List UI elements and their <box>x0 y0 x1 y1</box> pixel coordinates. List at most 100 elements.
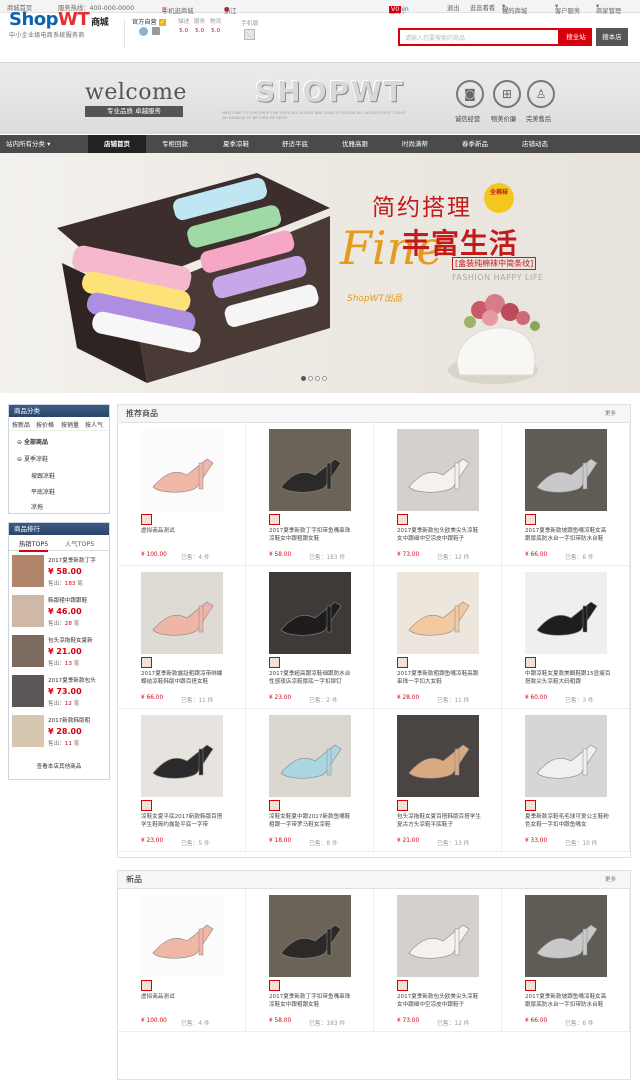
thumbnail[interactable] <box>141 980 152 991</box>
rank-image[interactable] <box>12 595 44 627</box>
product-card[interactable]: 包头凉拖鞋女夏百搭韩版百搭学生复古方头凉鞋平底鞋子 ¥ 21.00 已售：13 件 <box>374 709 502 852</box>
thumbnail[interactable] <box>269 980 280 991</box>
product-card[interactable]: 凉鞋女鞋夏中跟2017新款鱼嘴鞋粗跟一字带罗马鞋女凉鞋 ¥ 18.00 已售：8 件 <box>246 709 374 852</box>
thumbnail[interactable] <box>269 800 280 811</box>
thumbnail[interactable] <box>397 657 408 668</box>
product-image[interactable] <box>141 429 223 511</box>
product-image[interactable] <box>141 895 223 977</box>
product-card[interactable]: 2017夏季新款坡跟鱼嘴凉鞋女高跟厚底防水台一字扣带防水台鞋 ¥ 66.00 已售：… <box>502 889 630 1032</box>
product-image[interactable] <box>397 895 479 977</box>
product-image[interactable] <box>397 572 479 654</box>
thumbnail[interactable] <box>397 800 408 811</box>
product-card[interactable]: 2017夏季新款粗跟鱼嘴凉鞋高跟串珠一字扣大女鞋 ¥ 28.00 已售：11 件 <box>374 566 502 709</box>
rank-name[interactable]: 包头凉拖鞋女夏新 <box>48 636 106 644</box>
product-card[interactable]: 2017夏季新款包头欧美尖头凉鞋女中跟细中空凉皮中跟鞋子 ¥ 73.00 已售：12… <box>374 889 502 1032</box>
category-item[interactable]: 坡跟凉鞋 <box>31 471 55 480</box>
toplink-merchant[interactable]: 商家管理 ▾ <box>596 3 621 15</box>
rank-item[interactable]: 2017新款韩版粗 ¥ 28.00 售出：11 笔 <box>12 715 108 751</box>
thumbnail[interactable] <box>525 980 536 991</box>
rank-name[interactable]: 2017新款韩版粗 <box>48 716 106 724</box>
category-item[interactable]: 凉拖 <box>31 502 43 511</box>
nav-item[interactable]: 夏季凉鞋 <box>207 135 265 153</box>
product-name[interactable]: 凉鞋女夏平底2017新款韩版百搭学生鞋简约露趾平底一字带 <box>141 813 227 829</box>
store-icon[interactable] <box>152 27 160 35</box>
nav-item[interactable]: 时尚满帮 <box>386 135 444 153</box>
more-link[interactable]: 更多 <box>605 405 616 423</box>
product-card[interactable]: 虚拟商品测试 ¥ 100.00 已售：4 件 <box>118 423 246 566</box>
thumbnail[interactable] <box>525 800 536 811</box>
thumbnail[interactable] <box>141 657 152 668</box>
logout-link[interactable]: 退出 <box>447 3 460 12</box>
nav-item[interactable]: 优雅高跟 <box>326 135 384 153</box>
thumbnail[interactable] <box>269 657 280 668</box>
product-image[interactable] <box>397 715 479 797</box>
nav-item[interactable]: 专柜回款 <box>146 135 204 153</box>
category-tab[interactable]: 按价格 <box>36 420 54 429</box>
product-card[interactable]: 夏季新款凉鞋毛毛球可爱公主鞋粉色女鞋一字扣中跟鱼嘴女 ¥ 33.00 已售：10 件 <box>502 709 630 852</box>
slide-dot[interactable] <box>322 376 327 381</box>
rank-item[interactable]: 包头凉拖鞋女夏新 ¥ 21.00 售出：13 笔 <box>12 635 108 671</box>
product-image[interactable] <box>525 429 607 511</box>
product-card[interactable]: 2017夏季超高跟凉鞋细跟防水台性感夜店凉鞋厚底一字扣铆钉 ¥ 23.00 已售：2… <box>246 566 374 709</box>
category-item[interactable]: 平底凉鞋 <box>31 487 55 496</box>
view-more-link[interactable]: 查看本店其他商品 <box>9 762 109 770</box>
search-store-button[interactable]: 搜本店 <box>596 28 628 46</box>
thumbnail[interactable] <box>525 657 536 668</box>
rank-image[interactable] <box>12 555 44 587</box>
product-card[interactable]: 虚拟商品测试 ¥ 100.00 已售：4 件 <box>118 889 246 1032</box>
product-name[interactable]: 2017夏季新款包头欧美尖头凉鞋女中跟细中空凉皮中跟鞋子 <box>397 527 483 543</box>
product-card[interactable]: 2017夏季新款包头欧美尖头凉鞋女中跟细中空凉皮中跟鞋子 ¥ 73.00 已售：12… <box>374 423 502 566</box>
product-image[interactable] <box>525 572 607 654</box>
rank-item[interactable]: 2017夏季新款包头 ¥ 73.00 售出：12 笔 <box>12 675 108 711</box>
product-image[interactable] <box>269 572 351 654</box>
nav-store-home[interactable]: 店铺首页 <box>88 135 146 153</box>
store-title[interactable]: 官方自营 ✓ <box>132 17 166 26</box>
product-card[interactable]: 中跟凉鞋女夏款美観鞋跟15显瘦百搭款尖头凉鞋大码粗跟 ¥ 60.00 已售：3 件 <box>502 566 630 709</box>
site-logo[interactable]: ShopWT 商城 <box>9 9 109 30</box>
mobile-version[interactable]: 手机版 <box>241 18 258 40</box>
product-card[interactable]: 2017夏季新款丁字扣带鱼嘴串珠凉鞋女中跟粗跟女鞋 ¥ 58.00 已售：183 件 <box>246 423 374 566</box>
product-image[interactable] <box>269 895 351 977</box>
product-name[interactable]: 2017夏季新款坡跟鱼嘴凉鞋女高跟厚底防水台一字扣带防水台鞋 <box>525 993 611 1009</box>
product-card[interactable]: 2017夏季新款露趾粗跟凉带绑蝴蝶结凉鞋韩版中跟百搭女鞋 ¥ 66.00 已售：11… <box>118 566 246 709</box>
product-name[interactable]: 2017夏季新款坡跟鱼嘴凉鞋女高跟厚底防水台一字扣带防水台鞋 <box>525 527 611 543</box>
rank-name[interactable]: 2017夏季新款包头 <box>48 676 106 684</box>
product-image[interactable] <box>269 715 351 797</box>
product-card[interactable]: 凉鞋女夏平底2017新款韩版百搭学生鞋简约露趾平底一字带 ¥ 23.00 已售：5 … <box>118 709 246 852</box>
toplink-browse[interactable]: 逛逛看看 <box>470 3 495 12</box>
rank-tab-hot[interactable]: 热销TOP5 <box>19 539 49 552</box>
more-link[interactable]: 更多 <box>605 871 616 889</box>
thumbnail[interactable] <box>397 980 408 991</box>
category-item-all[interactable]: ⊖ 全部商品 <box>17 437 48 446</box>
product-name[interactable]: 凉鞋女鞋夏中跟2017新款鱼嘴鞋粗跟一字带罗马鞋女凉鞋 <box>269 813 355 829</box>
category-tab[interactable]: 按人气 <box>85 420 103 429</box>
product-name[interactable]: 中跟凉鞋女夏款美観鞋跟15显瘦百搭款尖头凉鞋大码粗跟 <box>525 670 611 686</box>
thumbnail[interactable] <box>141 514 152 525</box>
nav-item[interactable]: 春季新品 <box>446 135 504 153</box>
nav-item[interactable]: 舒适平底 <box>266 135 324 153</box>
product-image[interactable] <box>397 429 479 511</box>
product-name[interactable]: 2017夏季新款丁字扣带鱼嘴串珠凉鞋女中跟粗跟女鞋 <box>269 527 355 543</box>
product-name[interactable]: 虚拟商品测试 <box>141 993 227 1009</box>
product-name[interactable]: 2017夏季新款丁字扣带鱼嘴串珠凉鞋女中跟粗跟女鞋 <box>269 993 355 1009</box>
product-image[interactable] <box>141 572 223 654</box>
product-name[interactable]: 包头凉拖鞋女夏百搭韩版百搭学生复古方头凉鞋平底鞋子 <box>397 813 483 829</box>
product-name[interactable]: 2017夏季新款露趾粗跟凉带绑蝴蝶结凉鞋韩版中跟百搭女鞋 <box>141 670 227 686</box>
slide-dot[interactable] <box>301 376 306 381</box>
rank-image[interactable] <box>12 635 44 667</box>
chat-icon[interactable] <box>139 27 148 36</box>
rank-item[interactable]: 2017夏季新款丁字 ¥ 58.00 售出：183 笔 <box>12 555 108 591</box>
product-name[interactable]: 2017夏季超高跟凉鞋细跟防水台性感夜店凉鞋厚底一字扣铆钉 <box>269 670 355 686</box>
search-all-button[interactable]: 搜全站 <box>560 28 592 46</box>
product-card[interactable]: 2017夏季新款坡跟鱼嘴凉鞋女高跟厚底防水台一字扣带防水台鞋 ¥ 66.00 已售：… <box>502 423 630 566</box>
product-image[interactable] <box>525 895 607 977</box>
rank-tab-popular[interactable]: 人气TOP5 <box>65 539 94 548</box>
rank-image[interactable] <box>12 675 44 707</box>
thumbnail[interactable] <box>269 514 280 525</box>
rank-image[interactable] <box>12 715 44 747</box>
search-input[interactable]: 请输入您要搜索的商品 <box>398 28 560 46</box>
rank-name[interactable]: 韩版粗中跟跟鞋 <box>48 596 106 604</box>
product-image[interactable] <box>269 429 351 511</box>
product-name[interactable]: 2017夏季新款包头欧美尖头凉鞋女中跟细中空凉皮中跟鞋子 <box>397 993 483 1009</box>
slide-indicator[interactable] <box>301 375 329 383</box>
